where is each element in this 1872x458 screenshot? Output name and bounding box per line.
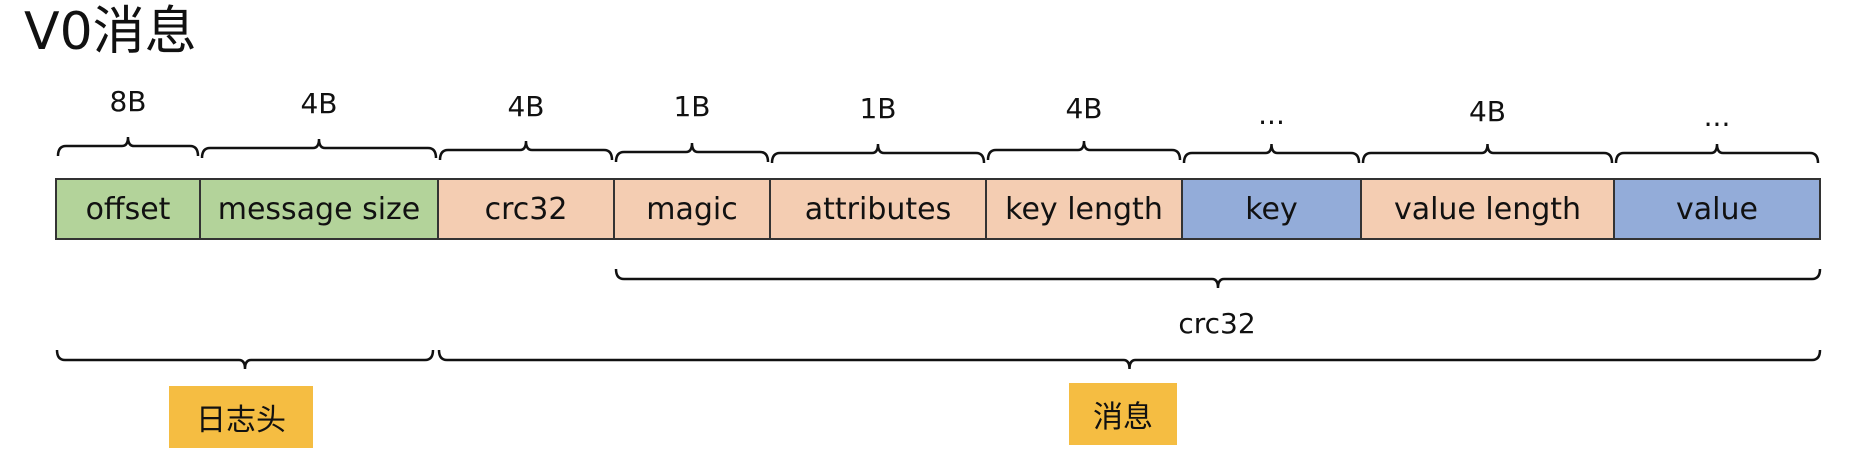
field-value: value	[1613, 178, 1821, 240]
brace-offset	[56, 136, 200, 157]
log-header-section-label: 日志头	[169, 386, 313, 448]
brace-crc32	[438, 140, 614, 161]
brace-attributes	[770, 143, 986, 164]
message-brace	[437, 349, 1822, 370]
message-field-row: offset message size crc32 magic attributes ke…	[55, 178, 1821, 240]
crc32-span-brace	[614, 268, 1822, 289]
field-magic: magic	[613, 178, 771, 240]
field-offset: offset	[55, 178, 201, 240]
brace-key-length	[986, 140, 1182, 161]
log-header-brace	[55, 349, 435, 370]
field-value-length: value length	[1360, 178, 1615, 240]
field-key: key	[1181, 178, 1362, 240]
crc32-span-label: crc32	[1178, 307, 1256, 340]
field-key-length: key length	[985, 178, 1183, 240]
field-crc32: crc32	[437, 178, 615, 240]
brace-value-length	[1361, 143, 1614, 164]
brace-magic	[614, 142, 770, 163]
field-attributes: attributes	[769, 178, 987, 240]
brace-key	[1182, 143, 1361, 164]
brace-message-size	[200, 138, 438, 159]
field-message-size: message size	[199, 178, 439, 240]
message-section-label: 消息	[1069, 383, 1177, 445]
brace-value	[1614, 143, 1820, 164]
